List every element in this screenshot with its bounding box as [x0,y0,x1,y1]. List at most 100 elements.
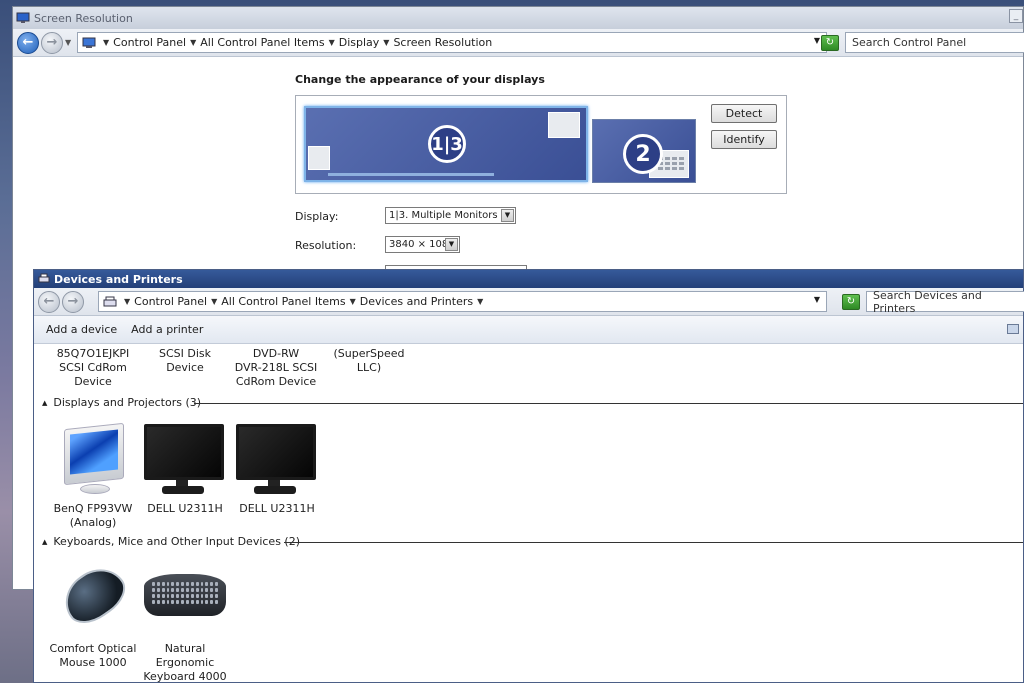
list-item[interactable]: DELL U2311H [140,502,230,516]
device-name-line: DVR-218L SCSI [234,361,318,374]
refresh-icon[interactable]: ↻ [842,294,860,310]
group-divider [284,542,1023,543]
list-item[interactable]: 85Q7O1EJKPI SCSI CdRom Device [48,347,138,389]
search-input[interactable]: Search Control Panel [845,32,1024,53]
breadcrumb-arrow-icon[interactable]: ▼ [477,297,483,306]
recent-pages-dropdown[interactable]: ▼ [65,38,71,47]
breadcrumb-control-panel[interactable]: Control Panel [134,295,207,308]
command-bar: Add a device Add a printer [34,316,1023,344]
detect-button[interactable]: Detect [711,104,777,123]
page-heading: Change the appearance of your displays [295,73,545,86]
identify-button[interactable]: Identify [711,130,777,149]
device-name-line: 85Q7O1EJKPI [56,347,130,360]
title-bar[interactable]: Devices and Printers [34,270,1023,288]
breadcrumb-arrow-icon[interactable]: ▼ [103,38,109,47]
device-name-line: Natural [164,642,206,655]
address-dropdown-icon[interactable]: ▼ [814,36,820,45]
group-header-displays[interactable]: ▲ Displays and Projectors (3) [42,396,201,409]
crt-monitor-icon[interactable] [58,422,132,500]
device-name-line: DELL U2311H [239,502,315,515]
monitor-number-badge: 1|3 [428,125,466,163]
breadcrumb-all-items[interactable]: All Control Panel Items [200,36,324,49]
list-item[interactable]: Natural Ergonomic Keyboard 4000 [140,642,230,683]
add-printer-button[interactable]: Add a printer [131,323,203,336]
group-divider [194,403,1023,404]
device-name-line: Device [166,361,204,374]
group-title: Keyboards, Mice and Other Input Devices … [53,535,301,548]
title-bar[interactable]: Screen Resolution _ [13,7,1023,29]
device-name-line: Comfort Optical [49,642,137,655]
resolution-label: Resolution: [295,239,357,252]
breadcrumb-display[interactable]: Display [339,36,380,49]
group-header-input-devices[interactable]: ▲ Keyboards, Mice and Other Input Device… [42,535,300,548]
device-name-line: (Analog) [69,516,117,529]
breadcrumb-arrow-icon[interactable]: ▼ [350,297,356,306]
printer-icon [38,273,50,283]
forward-button[interactable]: → [62,290,84,313]
address-dropdown-icon[interactable]: ▼ [814,295,820,304]
device-name-line: Device [74,375,112,388]
display-value: 1|3. Multiple Monitors [389,210,498,221]
list-item[interactable]: DELL U2311H [232,502,322,516]
resolution-select[interactable]: 3840 × 1080 ▼ [385,236,460,253]
back-button[interactable]: ← [17,31,39,54]
navigation-bar: ← → ▼ Control Panel ▼ All Control Panel … [34,288,1024,316]
address-bar[interactable]: ▼ Control Panel ▼ All Control Panel Item… [98,291,827,312]
device-name-line: SCSI Disk [158,347,211,360]
search-placeholder: Search Control Panel [852,36,967,49]
lcd-monitor-icon[interactable] [234,424,318,498]
device-list: 85Q7O1EJKPI SCSI CdRom Device SCSI Disk … [34,344,1023,683]
add-device-button[interactable]: Add a device [46,323,117,336]
chevron-down-icon[interactable]: ▼ [445,238,458,251]
search-placeholder: Search Devices and Printers [873,288,982,315]
monitor-1-3-tile[interactable]: 1|3 [304,106,588,182]
device-name-line: LLC) [356,361,382,374]
device-name-line: (SuperSpeed [333,347,405,360]
taskbar-indicator [328,173,494,176]
device-name-line: BenQ FP93VW [53,502,133,515]
list-item[interactable]: SCSI Disk Device [140,347,230,375]
navigation-bar: ← → ▼ ▼ Control Panel ▼ All Control Pane… [13,29,1024,57]
list-item[interactable]: BenQ FP93VW (Analog) [48,502,138,530]
mouse-icon[interactable] [54,557,134,636]
breadcrumb-arrow-icon[interactable]: ▼ [383,38,389,47]
devices-and-printers-window: Devices and Printers ← → ▼ Control Panel… [33,269,1024,683]
breadcrumb-arrow-icon[interactable]: ▼ [124,297,130,306]
device-name-line: SCSI CdRom [59,361,127,374]
breadcrumb-screen-resolution[interactable]: Screen Resolution [393,36,492,49]
collapse-triangle-icon[interactable]: ▲ [42,538,47,546]
lcd-monitor-icon[interactable] [142,424,226,498]
view-options-icon[interactable] [1007,324,1019,334]
search-input[interactable]: Search Devices and Printers [866,288,1024,315]
back-button[interactable]: ← [38,290,60,313]
chevron-down-icon[interactable]: ▼ [501,209,514,222]
address-bar[interactable]: ▼ Control Panel ▼ All Control Panel Item… [77,32,827,53]
device-name-line: Mouse 1000 [59,656,127,669]
minimize-button[interactable]: _ [1009,9,1023,23]
breadcrumb-control-panel[interactable]: Control Panel [113,36,186,49]
display-icon [16,12,30,23]
monitor-2-tile[interactable]: 2 [592,119,696,183]
breadcrumb-devices-and-printers[interactable]: Devices and Printers [360,295,473,308]
forward-button[interactable]: → [41,31,63,54]
list-item[interactable]: Comfort Optical Mouse 1000 [48,642,138,670]
breadcrumb-all-items[interactable]: All Control Panel Items [221,295,345,308]
breadcrumb-arrow-icon[interactable]: ▼ [190,38,196,47]
window-title: Devices and Printers [54,272,183,286]
display-select[interactable]: 1|3. Multiple Monitors ▼ [385,207,516,224]
breadcrumb-arrow-icon[interactable]: ▼ [211,297,217,306]
mini-window-icon [548,112,580,138]
keyboard-icon[interactable] [142,570,228,630]
list-item[interactable]: DVD-RW DVR-218L SCSI CdRom Device [231,347,321,389]
collapse-triangle-icon[interactable]: ▲ [42,399,47,407]
list-item[interactable]: (SuperSpeed LLC) [324,347,414,375]
mini-window-icon [308,146,330,170]
device-name-line: DVD-RW [252,347,300,360]
display-label: Display: [295,210,339,223]
refresh-icon[interactable]: ↻ [821,35,839,51]
device-name-line: CdRom Device [235,375,317,388]
breadcrumb-arrow-icon[interactable]: ▼ [329,38,335,47]
group-title: Displays and Projectors (3) [53,396,202,409]
device-name-line: DELL U2311H [147,502,223,515]
printer-icon [103,296,117,306]
